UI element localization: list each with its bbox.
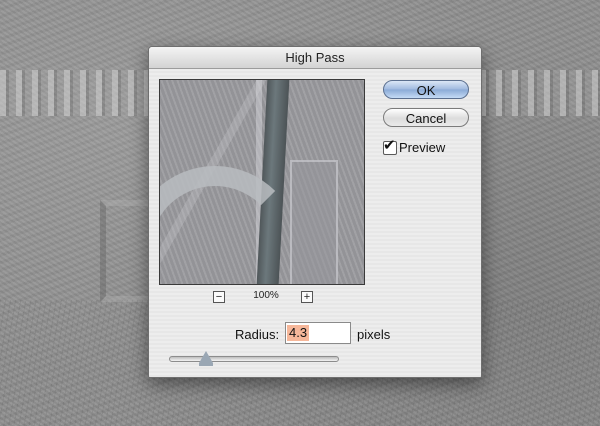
zoom-out-button[interactable]: − bbox=[213, 291, 225, 303]
ok-button[interactable]: OK bbox=[383, 80, 469, 99]
plus-icon: + bbox=[303, 291, 311, 303]
checkmark-icon: ✔ bbox=[383, 137, 396, 154]
dialog-body: − 100% + OK Cancel ✔ Preview Radius: 4.3… bbox=[149, 69, 481, 377]
radius-value: 4.3 bbox=[287, 325, 310, 341]
preview-checkbox-label[interactable]: Preview bbox=[399, 140, 445, 155]
cancel-button[interactable]: Cancel bbox=[383, 108, 469, 127]
filter-preview-image[interactable] bbox=[159, 79, 365, 285]
radius-label: Radius: bbox=[235, 327, 280, 342]
zoom-in-button[interactable]: + bbox=[301, 291, 313, 303]
radius-input[interactable]: 4.3 bbox=[285, 322, 351, 344]
radius-slider-thumb[interactable] bbox=[198, 351, 213, 363]
minus-icon: − bbox=[215, 291, 223, 303]
high-pass-dialog: High Pass − 100% + OK Cancel ✔ Preview R… bbox=[148, 46, 482, 378]
radius-unit-label: pixels bbox=[357, 327, 391, 342]
dialog-title[interactable]: High Pass bbox=[149, 47, 481, 69]
zoom-level-label: 100% bbox=[253, 290, 279, 301]
radius-slider-track[interactable] bbox=[169, 356, 339, 362]
radius-slider-thumb-base[interactable] bbox=[198, 363, 213, 366]
preview-checkbox[interactable]: ✔ bbox=[383, 137, 397, 155]
